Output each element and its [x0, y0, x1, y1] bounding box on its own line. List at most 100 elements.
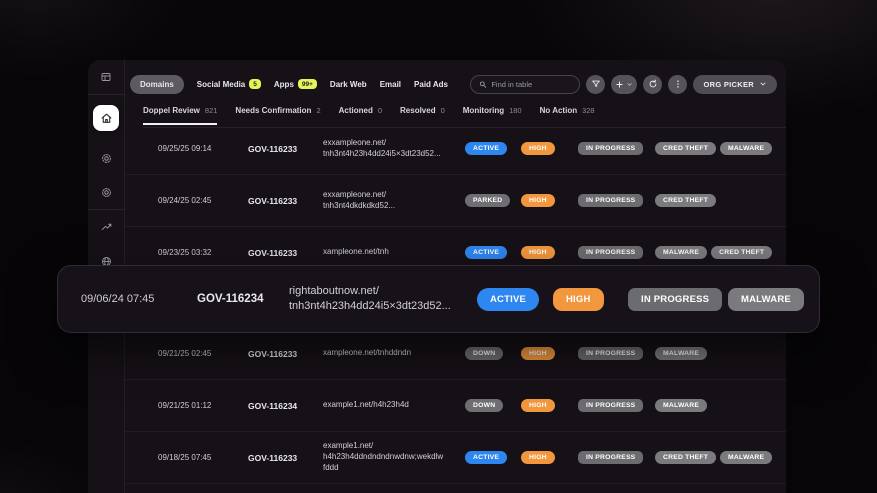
- subtab-count: 0: [441, 106, 445, 115]
- severity-badge: HIGH: [521, 246, 555, 259]
- sidebar-item-home[interactable]: [93, 105, 119, 131]
- tab-count-badge: 99+: [298, 79, 317, 89]
- row-tags-cell: CRED THEFTMALWARE: [655, 451, 786, 464]
- tab-dark-web[interactable]: Dark Web: [330, 80, 367, 89]
- sidebar-item-analytics[interactable]: [88, 210, 125, 244]
- tab-label: Email: [380, 80, 401, 89]
- row-date: 09/06/24 07:45: [81, 293, 197, 305]
- severity-badge: HIGH: [521, 142, 555, 155]
- tag-badge: MALWARE: [655, 246, 707, 259]
- tab-label: Domains: [140, 80, 174, 89]
- row-tags-cell: MALWARE: [655, 347, 786, 360]
- subtab-count: 180: [509, 106, 522, 115]
- tab-label: Social Media: [197, 80, 245, 89]
- refresh-button[interactable]: [643, 75, 662, 94]
- more-button[interactable]: [668, 75, 687, 94]
- row-progress-cell: IN PROGRESS: [578, 451, 655, 464]
- severity-badge: HIGH: [521, 194, 555, 207]
- tab-paid-ads[interactable]: Paid Ads: [414, 80, 448, 89]
- row-status-cell: ACTIVE: [477, 288, 553, 311]
- subtab-count: 2: [316, 106, 320, 115]
- tab-apps[interactable]: Apps 99+: [274, 79, 317, 89]
- table-rows-above: 09/25/25 09:14GOV-116233exxampleone.net/…: [125, 123, 786, 279]
- status-badge: ACTIVE: [465, 451, 507, 464]
- refresh-icon: [648, 79, 658, 89]
- row-status-cell: ACTIVE: [465, 142, 521, 155]
- table-row[interactable]: 09/25/25 09:14GOV-116233exxampleone.net/…: [125, 123, 786, 175]
- tab-domains[interactable]: Domains: [130, 75, 184, 94]
- tag-badge: CRED THEFT: [655, 194, 716, 207]
- tag-badge: MALWARE: [655, 347, 707, 360]
- row-status-cell: DOWN: [465, 399, 521, 412]
- row-domain-name: xampleone.net/tnh: [323, 247, 465, 258]
- org-picker-label: ORG PICKER: [703, 80, 754, 89]
- row-progress-cell: IN PROGRESS: [628, 288, 728, 311]
- tab-label: Apps: [274, 80, 294, 89]
- subtab-resolved[interactable]: Resolved 0: [400, 106, 445, 123]
- collapse-menu-icon[interactable]: [88, 60, 125, 94]
- subtab-label: Resolved: [400, 106, 436, 115]
- tag-badge: CRED THEFT: [711, 246, 772, 259]
- row-progress-cell: IN PROGRESS: [578, 347, 655, 360]
- row-id: GOV-116233: [248, 349, 323, 359]
- tab-social-media[interactable]: Social Media5: [197, 79, 261, 89]
- table-rows-below: 09/21/25 02:45GOV-116233xampleone.net/tn…: [125, 328, 786, 484]
- progress-badge: IN PROGRESS: [578, 347, 643, 360]
- row-date: 09/24/25 02:45: [158, 196, 248, 205]
- severity-badge: HIGH: [521, 451, 555, 464]
- filter-button[interactable]: [586, 75, 605, 94]
- row-domain-name: xampleone.net/tnhddndn: [323, 348, 465, 359]
- tag-badge: CRED THEFT: [655, 142, 716, 155]
- trend-up-icon: [100, 221, 113, 234]
- table-row[interactable]: 09/06/24 07:45GOV-116234rightaboutnow.ne…: [58, 266, 819, 332]
- status-badge: DOWN: [465, 347, 503, 360]
- search-input[interactable]: [491, 80, 571, 89]
- row-date: 09/21/25 02:45: [158, 349, 248, 358]
- tag-badge: MALWARE: [720, 142, 772, 155]
- search-box[interactable]: [470, 75, 580, 94]
- home-icon: [102, 114, 111, 122]
- row-progress-cell: IN PROGRESS: [578, 194, 655, 207]
- tag-badge: MALWARE: [655, 399, 707, 412]
- add-button[interactable]: [611, 75, 637, 94]
- row-domain-name: example1.net/ h4h23h4ddndndndnwdnw;wekdl…: [323, 441, 465, 473]
- sidebar-item-settings[interactable]: [88, 141, 125, 175]
- subtab-label: Needs Confirmation: [235, 106, 311, 115]
- table-row[interactable]: 09/21/25 02:45GOV-116233xampleone.net/tn…: [125, 328, 786, 380]
- progress-badge: IN PROGRESS: [578, 142, 643, 155]
- table-row[interactable]: 09/18/25 07:45GOV-116233example1.net/ h4…: [125, 432, 786, 484]
- funnel-icon: [591, 79, 601, 89]
- tag-badge: MALWARE: [728, 288, 804, 311]
- row-status-cell: PARKED: [465, 194, 521, 207]
- row-id: GOV-116234: [197, 293, 289, 305]
- subtab-label: Monitoring: [463, 106, 504, 115]
- toolbar-actions: ORG PICKER: [470, 75, 777, 94]
- row-severity-cell: HIGH: [521, 451, 578, 464]
- subtab-actioned[interactable]: Actioned0: [339, 106, 382, 123]
- tab-email[interactable]: Email: [380, 80, 401, 89]
- table-row[interactable]: 09/21/25 01:12GOV-116234example1.net/h4h…: [125, 380, 786, 432]
- tab-label: Dark Web: [330, 80, 367, 89]
- subtab-label: Actioned: [339, 106, 373, 115]
- row-date: 09/23/25 03:32: [158, 248, 248, 257]
- status-badge: ACTIVE: [465, 142, 507, 155]
- status-badge: ACTIVE: [477, 288, 539, 311]
- table-row[interactable]: 09/24/25 02:45GOV-116233exxampleone.net/…: [125, 175, 786, 227]
- row-tags-cell: MALWARE CRED THEFT: [655, 246, 786, 259]
- row-progress-cell: IN PROGRESS: [578, 399, 655, 412]
- row-severity-cell: HIGH: [521, 246, 578, 259]
- progress-badge: IN PROGRESS: [628, 288, 722, 311]
- progress-badge: IN PROGRESS: [578, 451, 643, 464]
- org-picker-button[interactable]: ORG PICKER: [693, 75, 777, 94]
- subtab-no-action[interactable]: No Action328: [540, 106, 595, 123]
- row-severity-cell: HIGH: [521, 347, 578, 360]
- row-severity-cell: HIGH: [521, 399, 578, 412]
- severity-badge: HIGH: [553, 288, 604, 311]
- subtab-needs-confirmation[interactable]: Needs Confirmation 2: [235, 106, 320, 123]
- subtab-monitoring[interactable]: Monitoring 180: [463, 106, 522, 123]
- sidebar-item-protection[interactable]: [88, 175, 125, 209]
- spotlight-row-card[interactable]: 09/06/24 07:45GOV-116234rightaboutnow.ne…: [57, 265, 820, 333]
- tab-label: Paid Ads: [414, 80, 448, 89]
- sidebar-divider: [88, 94, 125, 95]
- subtab-label: Doppel Review: [143, 106, 200, 115]
